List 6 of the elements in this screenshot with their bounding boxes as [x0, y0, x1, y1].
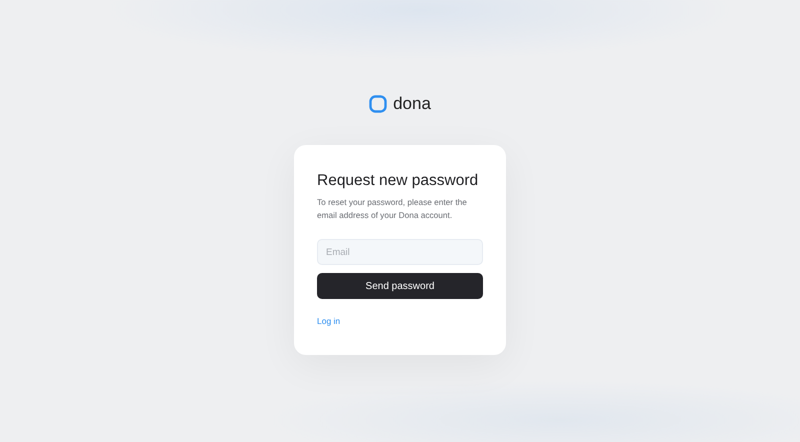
logo-text: dona: [393, 94, 431, 114]
logo-icon: [369, 95, 388, 113]
send-password-button[interactable]: Send password: [317, 273, 483, 299]
email-field[interactable]: Email: [317, 239, 483, 265]
page-title: Request new password: [317, 171, 480, 191]
instructions-text: To reset your password, please enter the email address of your Dona account.: [317, 196, 468, 222]
